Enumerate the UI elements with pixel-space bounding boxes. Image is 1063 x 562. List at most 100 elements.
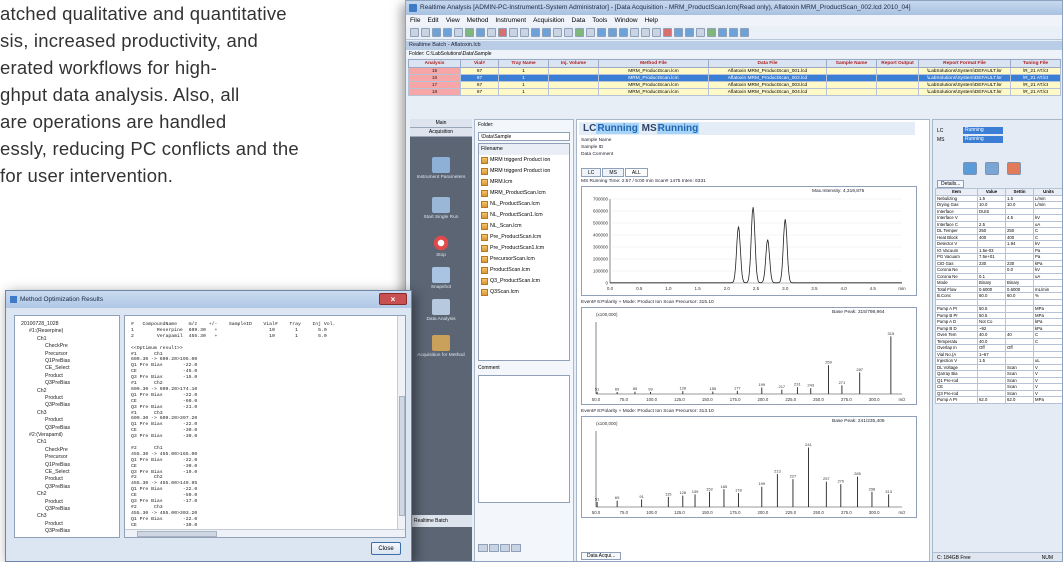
batch-col-header[interactable]: Vial# xyxy=(460,59,499,68)
tree-node[interactable]: Product xyxy=(45,521,63,527)
toolbar-button[interactable] xyxy=(740,28,749,37)
tree-node[interactable]: Ch1 xyxy=(37,336,47,342)
horizontal-scrollbar[interactable] xyxy=(125,529,405,537)
close-icon[interactable]: × xyxy=(379,293,407,305)
chart-button[interactable] xyxy=(985,162,999,175)
toolbar-button[interactable] xyxy=(575,28,584,37)
tree-node[interactable]: CE_Select xyxy=(45,469,70,475)
menu-instrument[interactable]: Instrument xyxy=(495,17,526,24)
toolbar-button[interactable] xyxy=(652,28,661,37)
menu-edit[interactable]: Edit xyxy=(427,17,438,24)
settings-button[interactable] xyxy=(1007,162,1021,175)
toolbar-button[interactable] xyxy=(685,28,694,37)
browser-tab[interactable] xyxy=(500,544,510,552)
tree-node[interactable]: #2:(Verapamil) xyxy=(29,432,63,438)
instrument-parameters-button[interactable]: Instrument Parameters xyxy=(410,157,472,181)
browser-tab[interactable] xyxy=(489,544,499,552)
toolbar-button[interactable] xyxy=(608,28,617,37)
toolbar-button[interactable] xyxy=(707,28,716,37)
file-item[interactable]: ProductScan.lcm xyxy=(479,265,569,276)
tree-node[interactable]: Q3PreBias xyxy=(45,425,70,431)
menu-view[interactable]: View xyxy=(446,17,460,24)
tree-node[interactable]: Product xyxy=(45,373,63,379)
file-item[interactable]: MRM_ProductScan.lcm xyxy=(479,188,569,199)
scroll-thumb[interactable] xyxy=(399,396,405,516)
browser-tab[interactable] xyxy=(511,544,521,552)
tree-node[interactable]: CheckPre xyxy=(45,447,68,453)
tab-acquisition[interactable]: Acquisition xyxy=(410,128,472,137)
tree-node[interactable]: Product xyxy=(45,395,63,401)
menu-tools[interactable]: Tools xyxy=(592,17,607,24)
batch-row[interactable]: 17 67 1 MRM_ProductScan.lcm Aflatoxin MRM_Pr… xyxy=(408,81,1061,89)
toolbar-button[interactable] xyxy=(663,28,672,37)
tree-node[interactable]: Precursor xyxy=(45,351,68,357)
tree-node[interactable]: 20100728_1028 xyxy=(21,321,59,327)
snapshot-button[interactable]: Snapshot xyxy=(410,267,472,291)
tab-main[interactable]: Main xyxy=(410,119,472,128)
dialog-titlebar[interactable]: Method Optimization Results × xyxy=(6,291,411,308)
batch-col-header[interactable]: Tuning File xyxy=(1010,59,1061,68)
acquisition-for-method-button[interactable]: Acquisition for Method xyxy=(410,335,472,359)
tree-node[interactable]: Q3PreBias xyxy=(45,380,70,386)
toolbar-button[interactable] xyxy=(465,28,474,37)
details-button[interactable]: Details... xyxy=(937,180,965,188)
tree-node[interactable]: Ch1 xyxy=(37,439,47,445)
file-item[interactable]: MRM.lcm xyxy=(479,177,569,188)
toolbar-button[interactable] xyxy=(641,28,650,37)
toolbar-button[interactable] xyxy=(509,28,518,37)
menu-help[interactable]: Help xyxy=(645,17,658,24)
stop-button[interactable]: Stop xyxy=(410,235,472,259)
batch-col-header[interactable]: Data File xyxy=(708,59,827,68)
spectrum-2[interactable]: (x100,000) 50.0 75.0 100.0 125.0 150.0 175.0 20… xyxy=(581,416,917,518)
browser-tab[interactable] xyxy=(478,544,488,552)
file-item[interactable]: Pre_ProductScan.lcm xyxy=(479,232,569,243)
spectrum-1[interactable]: (x100,000) 50.0 75.0 100.0 125.0 150.0 175.0 20… xyxy=(581,307,917,405)
tree-node[interactable]: Q3PreBias xyxy=(45,506,70,512)
tree-node[interactable]: Precursor xyxy=(45,454,68,460)
data-analysis-button[interactable]: Data Analysis xyxy=(410,299,472,323)
tree-node[interactable]: Product xyxy=(45,499,63,505)
toolbar-button[interactable] xyxy=(564,28,573,37)
tab-lc[interactable]: LC xyxy=(581,168,602,177)
toolbar-button[interactable] xyxy=(520,28,529,37)
tree-node[interactable]: CheckPre xyxy=(45,343,68,349)
toolbar-button[interactable] xyxy=(421,28,430,37)
comment-box[interactable] xyxy=(478,375,570,503)
toolbar-button[interactable] xyxy=(729,28,738,37)
toolbar-button[interactable] xyxy=(443,28,452,37)
tree-node[interactable]: Q3PreBias xyxy=(45,484,70,490)
tree-node[interactable]: Product xyxy=(45,417,63,423)
batch-col-header[interactable]: Analysis xyxy=(408,59,461,68)
tree-node[interactable]: Ch2 xyxy=(37,388,47,394)
tab-data-acquisition[interactable]: Data Acqui... xyxy=(581,552,622,560)
menu-window[interactable]: Window xyxy=(614,17,637,24)
tree-node[interactable]: Q3PreBias xyxy=(45,402,70,408)
file-list-header[interactable]: Filename xyxy=(479,144,569,155)
tree-node[interactable]: Ch2 xyxy=(37,491,47,497)
scroll-thumb[interactable] xyxy=(137,531,217,537)
folder-combo[interactable]: \Data\Sample xyxy=(478,132,570,141)
tab-ms[interactable]: MS xyxy=(602,168,624,177)
toolbar-button[interactable] xyxy=(498,28,507,37)
toolbar-button[interactable] xyxy=(410,28,419,37)
menu-method[interactable]: Method xyxy=(467,17,489,24)
batch-col-header[interactable]: Inj. Volume xyxy=(548,59,599,68)
file-item[interactable]: MRM triggerd Product ion xyxy=(479,166,569,177)
toolbar-button[interactable] xyxy=(454,28,463,37)
toolbar-button[interactable] xyxy=(432,28,441,37)
menu-acquisition[interactable]: Acquisition xyxy=(533,17,564,24)
tree-node[interactable]: #1:(Reserpine) xyxy=(29,328,63,334)
window-titlebar[interactable]: Realtime Analysis [ADMIN-PC-Instrument1-… xyxy=(406,1,1062,15)
toolbar-button[interactable] xyxy=(553,28,562,37)
toolbar-button[interactable] xyxy=(487,28,496,37)
tree-node[interactable]: Q1PreBias xyxy=(45,462,70,468)
toolbar-button[interactable] xyxy=(586,28,595,37)
file-item[interactable]: Pre_ProductScan1.lcm xyxy=(479,243,569,254)
toolbar-button[interactable] xyxy=(718,28,727,37)
chromatogram-plot[interactable]: 700000 600000 500000 400000 300000 200000 1000… xyxy=(581,186,917,296)
toolbar-button[interactable] xyxy=(542,28,551,37)
batch-row[interactable]: 15 67 1 MRM_ProductScan.lcm Aflatoxin MRM_Pr… xyxy=(408,67,1061,75)
toolbar-button[interactable] xyxy=(674,28,683,37)
toolbar-button[interactable] xyxy=(531,28,540,37)
start-single-run-button[interactable]: Start Single Run xyxy=(410,197,472,221)
